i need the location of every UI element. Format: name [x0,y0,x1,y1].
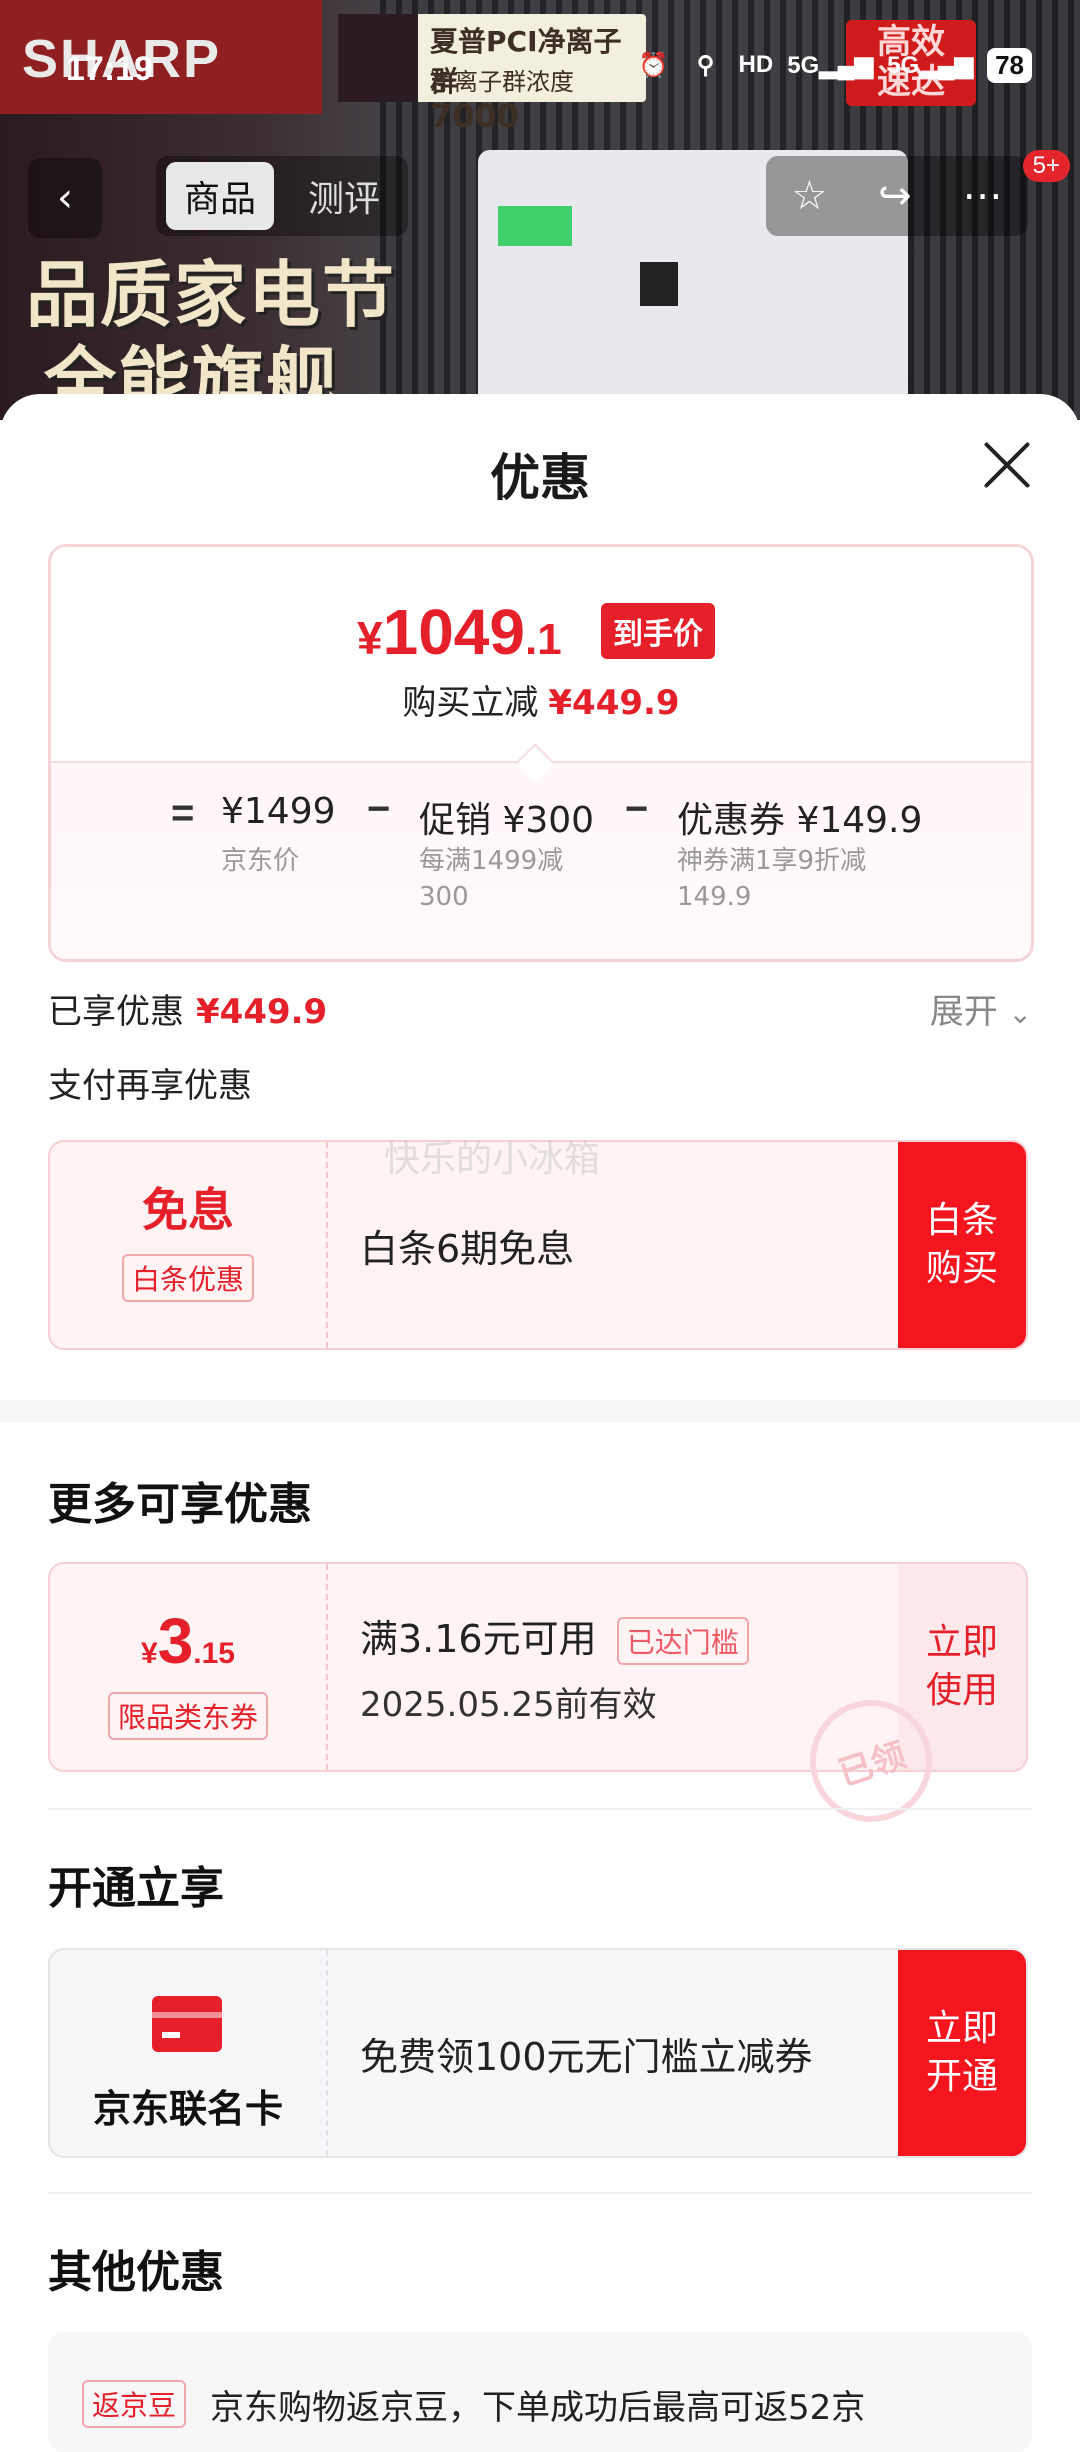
equals-operator: = [171,791,195,835]
baitiao-left: 免息 白条优惠 [50,1142,326,1348]
more-icon[interactable]: ⋯ [963,173,1003,219]
final-price-area: ¥1049.1 到手价 购买立减 ¥449.9 [51,547,1031,761]
message-badge: 5+ [1022,150,1070,182]
section-separator [0,1400,1080,1422]
credit-card-icon [152,1996,222,2052]
baitiao-desc: 白条6期免息 [360,1226,575,1271]
coupon-divider [326,1564,328,1770]
pay-more-label: 支付再享优惠 [48,1066,252,1106]
saving-line: 购买立减 ¥449.9 [402,683,680,723]
coupon-value: 优惠券 ¥149.9 [677,800,923,841]
price-breakdown: = ¥1499 京东价 − 促销 ¥300 每满1499减300 − 优惠券 ¥… [51,743,1031,959]
tab-review[interactable]: 测评 [290,162,398,230]
cobrand-card-desc-area: 免费领100元无门槛立减券 [360,1950,813,2156]
location-icon: ⚲ [696,51,715,79]
coupon-condition: 满3.16元可用 已达门槛 [360,1608,749,1665]
watermark-text: 快乐的小冰箱 [384,1139,601,1180]
sheet-title: 优惠 [490,449,590,507]
chevron-left-icon: ‹ [57,175,73,221]
minus-operator-2: − [625,787,649,831]
signal-icon-1: 5G▂▄▆ [787,51,874,79]
coupon-desc: 神券满1享9折减149.9 [677,846,867,912]
divider [48,2192,1032,2194]
status-time: 17:19 [66,50,153,88]
baitiao-tag: 白条优惠 [121,1254,254,1302]
coupon-status-tag: 已达门槛 [616,1617,749,1665]
coupon-divider [326,1950,328,2156]
open-card-button[interactable]: 立即 开通 [898,1950,1026,2156]
product-tabs: 商品 测评 [156,156,409,236]
open-benefit-title: 开通立享 [48,1863,224,1914]
cobrand-card-offer: 京东联名卡 免费领100元无门槛立减券 立即 开通 [48,1948,1028,2158]
alarm-icon: ⏰ [638,51,669,79]
cobrand-card-desc: 免费领100元无门槛立减券 [360,2034,813,2079]
nav-actions: ☆ ↪ ⋯ [766,156,1028,236]
final-price-tag: 到手价 [601,603,715,659]
device-logo [640,262,678,306]
signal-icon-2: 5G▂▄▆ [887,51,974,79]
hd-icon: HD [738,51,774,78]
jingdou-offer: 返京豆 京东购物返京豆，下单成功后最高可返52京 [48,2332,1032,2452]
promotion-desc: 每满1499减300 [419,846,564,912]
other-offers-title: 其他优惠 [48,2247,224,2298]
coupon-detail: 满3.16元可用 已达门槛 2025.05.25前有效 [360,1564,749,1770]
coupon-amount-area: ¥3.15 限品类东券 [50,1564,326,1770]
coupon-divider [326,1142,328,1348]
battery-icon: 78 [987,47,1032,83]
chevron-down-icon: ⌄ [1008,997,1032,1030]
cobrand-card-name: 京东联名卡 [92,2087,283,2131]
status-bar: 17:19 ⏰ ⚲ HD 5G▂▄▆ 5G▂▄▆ 78 [0,0,1080,140]
minus-operator-1: − [367,787,391,831]
jd-price-label: 京东价 [221,846,300,876]
baitiao-buy-button[interactable]: 白条 购买 [898,1142,1026,1348]
share-icon[interactable]: ↪ [878,173,912,219]
top-nav: ‹ 商品 测评 ☆ ↪ ⋯ [0,150,1080,240]
close-icon[interactable] [980,438,1034,492]
coupon-type-tag: 限品类东券 [107,1692,268,1740]
enjoyed-discount: 已享优惠 ¥449.9 [48,992,328,1032]
favorite-star-icon[interactable]: ☆ [791,173,827,219]
price-summary-card: ¥1049.1 到手价 购买立减 ¥449.9 = ¥1499 京东价 − 促销 … [48,544,1034,962]
tab-product[interactable]: 商品 [166,162,275,230]
back-button[interactable]: ‹ [28,158,102,238]
jingdou-text: 京东购物返京豆，下单成功后最高可返52京 [210,2388,866,2428]
status-icons: ⏰ ⚲ HD 5G▂▄▆ 5G▂▄▆ 78 [635,46,1032,84]
expand-button[interactable]: 展开 ⌄ [930,984,1032,1033]
coupon-validity: 2025.05.25前有效 [360,1685,657,1725]
jingdou-tag: 返京豆 [82,2380,187,2428]
divider [48,1808,1032,1810]
coupon-amount: ¥3.15 [141,1605,235,1677]
more-offers-title: 更多可享优惠 [48,1479,312,1530]
jd-price-value: ¥1499 [221,791,336,832]
final-price: ¥1049.1 [357,596,562,668]
cobrand-card-left: 京东联名卡 [50,1950,326,2156]
baitiao-big-label: 免息 [142,1183,234,1237]
promotion-value: 促销 ¥300 [419,800,595,841]
